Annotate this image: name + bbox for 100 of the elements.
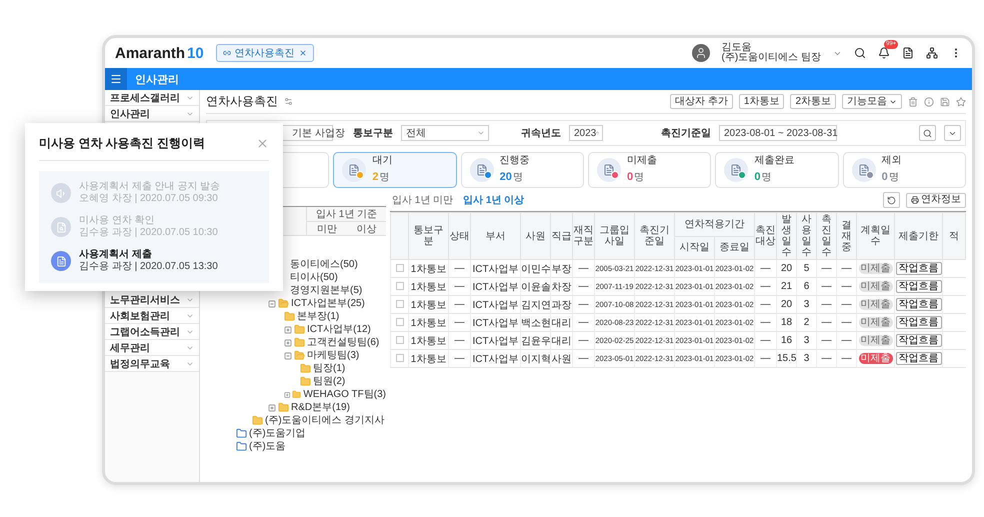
year-field[interactable]: 2023: [569, 125, 603, 141]
column-header: 상태: [448, 212, 470, 260]
table-cell: 1차통보: [408, 296, 448, 314]
status-label: 대기: [372, 155, 392, 167]
workflow-button[interactable]: 작업흐름: [896, 316, 942, 329]
table-cell: 이윤솔: [520, 278, 550, 296]
tree-item[interactable]: 본부장(1): [297, 312, 340, 322]
tree-item[interactable]: (주)도움: [249, 442, 286, 452]
sidebar-item[interactable]: 노무관리서비스: [105, 292, 199, 308]
status-count: 20: [500, 170, 512, 183]
notice-type-select[interactable]: 전체: [401, 125, 489, 141]
list-tab[interactable]: 입사 1년 미만: [390, 193, 456, 207]
close-icon[interactable]: [298, 49, 307, 57]
status-label: 제외: [882, 155, 902, 167]
tree-item[interactable]: 고객컨설팅팀(6): [307, 338, 380, 348]
bell-icon[interactable]: [878, 47, 890, 59]
workflow-button[interactable]: 작업흐름: [896, 280, 942, 293]
document-icon: [730, 164, 742, 176]
tree-item[interactable]: 동이티에스(50): [290, 260, 358, 270]
sidebar-item[interactable]: 인사관리: [105, 106, 199, 122]
status-card[interactable]: 제출완료 0 명: [715, 152, 839, 188]
count-unit: 명: [761, 172, 772, 183]
tree-item[interactable]: (주)도움기업: [249, 428, 306, 438]
row-checkbox[interactable]: [396, 282, 404, 290]
workflow-button[interactable]: 작업흐름: [896, 352, 942, 365]
functions-button[interactable]: 기능모음: [842, 94, 902, 109]
status-label: 미제출: [626, 155, 657, 167]
info-icon[interactable]: [924, 96, 934, 106]
workflow-button[interactable]: 작업흐름: [896, 262, 942, 275]
tree-item[interactable]: (주)도움이티에스 경기지사: [265, 416, 384, 426]
tree-item[interactable]: 마케팅팀(3): [307, 350, 360, 360]
status-card[interactable]: 진행중 20 명: [460, 152, 584, 188]
document-icon[interactable]: [902, 47, 914, 59]
table-cell: 1차통보: [408, 278, 448, 296]
table-cell: —: [572, 296, 594, 314]
tree-item[interactable]: WEHAGO TF팀(3): [303, 390, 386, 400]
filter-label: 통보구분: [353, 127, 393, 140]
sidebar-item[interactable]: 법정의무교육: [105, 356, 199, 372]
save-icon[interactable]: [940, 96, 950, 106]
row-checkbox[interactable]: [396, 336, 404, 344]
status-card[interactable]: 대기 2 명: [333, 152, 457, 188]
status-badge: 미제출: [858, 317, 892, 328]
tree-item[interactable]: ICT사업본부(25): [291, 298, 365, 308]
list-tab[interactable]: 입사 1년 이상: [461, 193, 526, 207]
expand-icon[interactable]: [284, 326, 292, 334]
org-chart-icon[interactable]: [926, 47, 938, 59]
date-range-field[interactable]: 2023-08-01 ~ 2023-08-31: [719, 125, 837, 141]
table-cell: —: [836, 350, 856, 368]
expand-icon[interactable]: [268, 404, 276, 412]
status-badge: 미제출: [858, 281, 892, 292]
settings-icon[interactable]: [284, 97, 293, 106]
trash-icon[interactable]: [908, 96, 918, 106]
workflow-button[interactable]: 작업흐름: [896, 334, 942, 347]
table-cell: 16: [776, 332, 796, 350]
print-icon: [911, 196, 919, 204]
step-detail: 김수용 과장 | 2020.07.05 13:30: [79, 261, 218, 273]
row-checkbox[interactable]: [396, 354, 404, 362]
expand-button[interactable]: [944, 125, 961, 141]
collapse-icon[interactable]: [284, 352, 292, 360]
menu-button[interactable]: [105, 68, 127, 90]
folder-icon: [284, 311, 295, 322]
avatar[interactable]: [692, 44, 710, 62]
count-unit: 명: [634, 172, 644, 183]
status-card[interactable]: 제외 0 명: [842, 152, 966, 188]
search-button[interactable]: [919, 125, 936, 141]
toolbar-button[interactable]: 2차통보: [790, 94, 836, 109]
tree-item[interactable]: 경영지원본부(5): [290, 286, 362, 296]
workflow-button[interactable]: 작업흐름: [896, 298, 942, 311]
sidebar-item[interactable]: 세무관리: [105, 340, 199, 356]
table-cell: 과장: [550, 296, 572, 314]
search-icon[interactable]: [854, 47, 866, 59]
open-tab[interactable]: 연차사용촉진: [216, 44, 314, 62]
status-count: 0: [626, 170, 634, 183]
folder-icon: [300, 363, 311, 374]
tree-item[interactable]: 팀장(1): [313, 364, 346, 374]
close-icon[interactable]: [256, 137, 269, 150]
leave-info-button[interactable]: 연차정보: [906, 192, 966, 208]
toolbar-button[interactable]: 대상자 추가: [670, 94, 733, 109]
tree-item[interactable]: 팀원(2): [313, 376, 346, 386]
row-checkbox[interactable]: [396, 300, 404, 308]
column-header: 사원: [520, 212, 550, 260]
table-cell: —: [816, 260, 836, 278]
row-checkbox[interactable]: [396, 264, 404, 272]
tree-item[interactable]: 티이사(50): [290, 272, 338, 282]
sidebar-item[interactable]: 프로세스갤러리: [105, 90, 199, 106]
column-header: 재직구분: [572, 212, 594, 260]
sidebar-item[interactable]: 사회보험관리: [105, 308, 199, 324]
expand-icon[interactable]: [284, 390, 290, 398]
user-org: (주)도움이티에스 팀장: [722, 53, 821, 64]
sidebar-item[interactable]: 그랩어소득관리: [105, 324, 199, 340]
tree-item[interactable]: ICT사업부(12): [307, 324, 371, 334]
status-card[interactable]: 미제출 0명: [588, 152, 712, 188]
star-icon[interactable]: [956, 96, 966, 106]
toolbar-button[interactable]: 1차통보: [738, 94, 784, 109]
row-checkbox[interactable]: [396, 318, 404, 326]
collapse-icon[interactable]: [268, 300, 276, 308]
tree-item[interactable]: R&D본부(19): [291, 402, 350, 412]
table-cell: —: [448, 350, 470, 368]
expand-icon[interactable]: [284, 338, 292, 346]
refresh-button[interactable]: [883, 192, 900, 208]
